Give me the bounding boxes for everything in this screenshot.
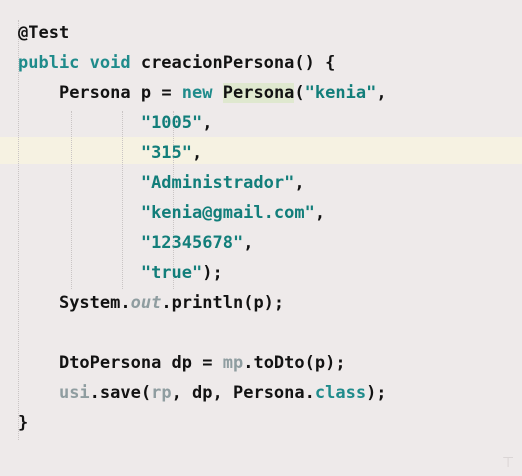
service-field: usi	[58, 383, 90, 403]
string-arg: "true"	[140, 263, 203, 283]
mapper-field: mp	[222, 353, 244, 373]
arg-comma: ,	[376, 83, 387, 103]
code-line-8: "12345678",	[18, 228, 387, 258]
system-class: System.	[58, 293, 131, 313]
constructor-class: Persona	[222, 83, 295, 103]
args-open: (	[294, 83, 305, 103]
annotation: @Test	[18, 23, 70, 43]
code-line-12: DtoPersona dp = mp.toDto(p);	[18, 348, 387, 378]
arg-suffix: ,	[243, 233, 254, 253]
method-modifiers: public void	[18, 53, 141, 73]
string-arg: "kenia"	[304, 83, 377, 103]
string-arg: "12345678"	[140, 233, 244, 253]
method-signature-tail: () {	[294, 53, 336, 73]
arg-suffix: ,	[192, 143, 203, 163]
code-line-14: }	[18, 408, 387, 438]
code-line-3: Persona p = new Persona("kenia",	[18, 78, 387, 108]
code-line-13: usi.save(rp, dp, Persona.class);	[18, 378, 387, 408]
code-line-5: "315",	[18, 138, 387, 168]
code-block[interactable]: @Test public void creacionPersona() { Per…	[18, 18, 387, 438]
save-end: );	[366, 383, 387, 403]
declared-type: Persona	[58, 83, 131, 103]
save-args: , dp, Persona.	[171, 383, 315, 403]
code-line-11-blank	[18, 318, 387, 348]
code-line-9: "true");	[18, 258, 387, 288]
new-keyword: new	[181, 83, 213, 103]
code-line-1: @Test	[18, 18, 387, 48]
closing-brace: }	[18, 413, 29, 433]
code-line-6: "Administrador",	[18, 168, 387, 198]
code-line-7: "kenia@gmail.com",	[18, 198, 387, 228]
string-arg: "Administrador"	[140, 173, 295, 193]
string-arg: "kenia@gmail.com"	[140, 203, 315, 223]
arg-suffix: ,	[314, 203, 326, 223]
code-editor[interactable]: @Test public void creacionPersona() { Per…	[0, 0, 522, 476]
method-name: creacionPersona	[140, 53, 295, 73]
class-keyword: class	[314, 383, 367, 403]
arg-suffix: ,	[202, 113, 213, 133]
static-field-out: out	[130, 293, 162, 313]
text-cursor-icon: ⊤	[502, 455, 515, 471]
string-arg: "315"	[140, 143, 193, 163]
string-arg: "1005"	[140, 113, 203, 133]
dto-assign: dp =	[161, 353, 223, 373]
variable-assign: p =	[130, 83, 182, 103]
todto-call: .toDto(p);	[243, 353, 346, 373]
save-call: .save(	[89, 383, 152, 403]
code-line-2: public void creacionPersona() {	[18, 48, 387, 78]
arg-suffix: );	[202, 263, 223, 283]
repository-field: rp	[151, 383, 172, 403]
code-line-4: "1005",	[18, 108, 387, 138]
println-call: .println(p);	[161, 293, 285, 313]
code-line-10: System.out.println(p);	[18, 288, 387, 318]
arg-suffix: ,	[294, 173, 305, 193]
dto-type: DtoPersona	[58, 353, 162, 373]
